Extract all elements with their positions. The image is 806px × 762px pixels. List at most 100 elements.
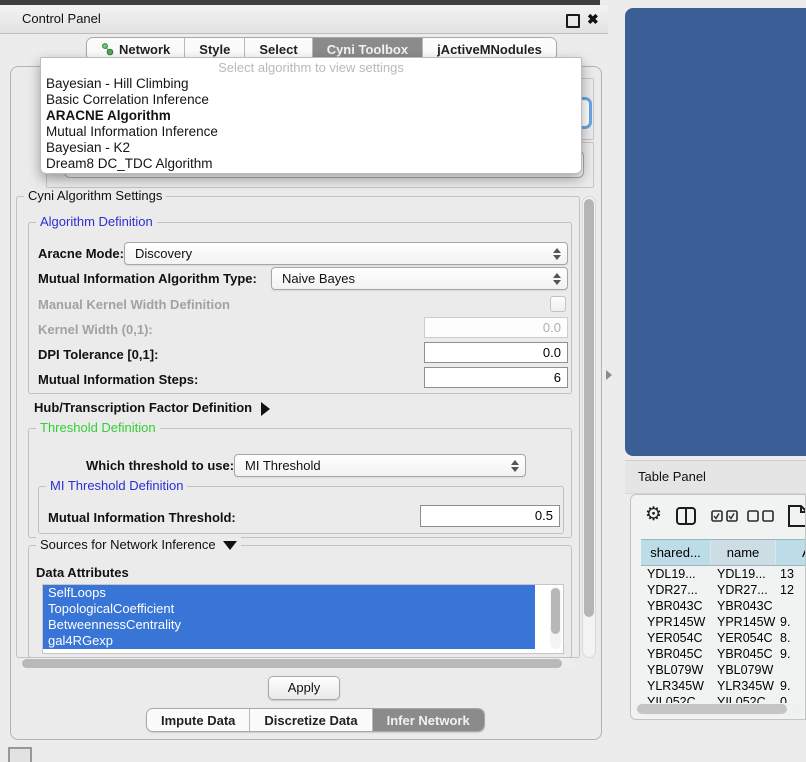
panel-grip-button[interactable] [8,747,32,762]
table-cell: YBL079W [641,662,711,678]
column-header[interactable]: name [711,540,776,565]
tab-label: jActiveMNodules [437,42,542,57]
deselect-all-columns-icon[interactable] [747,510,775,523]
algorithm-option[interactable]: Bayesian - Hill Climbing [41,76,581,92]
algorithm-option[interactable]: Basic Correlation Inference [41,92,581,108]
hub-definition-toggle[interactable]: Hub/Transcription Factor Definition [34,400,270,416]
algorithm-option[interactable]: Mutual Information Inference [41,124,581,140]
table-cell: YLR345W [711,678,776,694]
table-cell: YPR145W [641,614,711,630]
table-cell: YPR145W [711,614,776,630]
attribute-item[interactable]: gal4RGexp [43,633,535,649]
mi-threshold-input[interactable]: 0.5 [420,505,560,527]
dpi-tolerance-input[interactable]: 0.0 [424,342,568,363]
select-all-columns-icon[interactable] [711,510,739,523]
screen: Control Panel ✖ NetworkStyleSelectCyni T… [0,0,806,762]
sources-group-title[interactable]: Sources for Network Inference [36,537,241,552]
table-cell: 9. [776,646,806,662]
mi-steps-label: Mutual Information Steps: [38,372,198,387]
close-panel-icon[interactable]: ✖ [587,10,599,28]
export-table-icon[interactable] [787,504,806,528]
dpi-tolerance-label: DPI Tolerance [0,1]: [38,347,158,362]
algorithm-definition-title: Algorithm Definition [36,214,157,229]
aracne-mode-select[interactable]: Discovery [124,242,568,265]
attribute-item[interactable]: SelfLoops [43,585,535,601]
tab-label: Cyni Toolbox [327,42,408,57]
scrollbar-thumb[interactable] [22,659,562,668]
list-scrollbar[interactable] [550,587,561,649]
threshold-definition-title: Threshold Definition [36,420,160,435]
bottom-tab-infer-network[interactable]: Infer Network [373,709,484,731]
data-attributes-list[interactable]: SelfLoopsTopologicalCoefficientBetweenne… [42,584,564,654]
scrollbar-thumb[interactable] [584,199,594,617]
table-row[interactable]: YBR043CYBR043C [641,598,806,614]
tab-label: Select [259,42,297,57]
which-threshold-select[interactable]: MI Threshold [234,454,526,477]
table-header-row: shared...nameA [641,539,806,566]
table-cell: YBL079W [711,662,776,678]
settings-vertical-scrollbar[interactable] [582,196,596,658]
table-horizontal-scrollbar[interactable] [634,703,804,715]
table-row[interactable]: YDL19...YDL19...13 [641,566,806,582]
table-row[interactable]: YBL079WYBL079W [641,662,806,678]
table-cell: YBR045C [711,646,776,662]
mi-threshold-label: Mutual Information Threshold: [48,510,236,525]
mi-steps-input[interactable]: 6 [424,367,568,388]
scrollbar-thumb[interactable] [637,704,787,714]
bottom-tab-impute-data[interactable]: Impute Data [147,709,250,731]
table-row[interactable]: YDR27...YDR27...12 [641,582,806,598]
tab-label: Style [199,42,230,57]
table-cell: 9. [776,678,806,694]
table-row[interactable]: YER054CYER054C8. [641,630,806,646]
attribute-item[interactable]: TopologicalCoefficient [43,601,535,617]
table-row[interactable]: YPR145WYPR145W9. [641,614,806,630]
table-cell: 13 [776,566,806,582]
algorithm-option[interactable]: Dream8 DC_TDC Algorithm [41,156,581,172]
float-panel-icon[interactable] [566,14,580,28]
settings-group-title: Cyni Algorithm Settings [24,188,166,203]
bottom-tab-discretize-data[interactable]: Discretize Data [250,709,372,731]
mi-algorithm-type-select[interactable]: Naive Bayes [271,267,568,290]
column-header[interactable]: A [776,540,806,565]
table-row[interactable]: YLR345WYLR345W9. [641,678,806,694]
aracne-mode-value: Discovery [135,243,192,264]
gear-icon[interactable]: ⚙ [645,503,662,527]
which-threshold-value: MI Threshold [245,455,321,476]
table-panel: ⚙ shared...nameAYDL19...YDL19...13YDR27.… [630,494,806,720]
algorithm-dropdown-popup: Select algorithm to view settings Bayesi… [40,57,582,174]
table-cell [776,598,806,614]
splitter-handle[interactable] [606,370,612,380]
table-toolbar: ⚙ [631,501,805,531]
mi-threshold-definition-title: MI Threshold Definition [46,478,187,493]
table-panel-title: Table Panel [638,461,706,493]
table-cell: YDL19... [641,566,711,582]
algorithm-option[interactable]: ARACNE Algorithm [41,108,581,124]
table-cell: YBR043C [641,598,711,614]
which-threshold-label: Which threshold to use: [86,458,234,473]
table-cell: 12 [776,582,806,598]
table-cell: YER054C [711,630,776,646]
settings-horizontal-scrollbar[interactable] [20,658,576,669]
stepper-arrows-icon [511,455,519,476]
manual-kernel-checkbox[interactable] [550,296,566,312]
stepper-arrows-icon [553,268,561,289]
panel-title: Control Panel [22,5,101,33]
cyni-bottom-tabs: Impute Data Discretize Data Infer Network [146,708,485,732]
scrollbar-thumb[interactable] [551,588,560,634]
table-panel-titlebar: Table Panel [625,460,806,494]
network-view-frame: GALGAL80GAL10GAL1GAL11GAL4SWI4GCY1HAP4YH… [625,8,806,456]
split-columns-icon[interactable] [675,506,697,526]
column-header[interactable]: shared... [641,540,711,565]
sources-title-text: Sources for Network Inference [40,537,216,552]
apply-button[interactable]: Apply [268,676,340,700]
attribute-item[interactable]: BetweennessCentrality [43,617,535,633]
kernel-width-input[interactable]: 0.0 [424,317,568,338]
table-cell: YBR043C [711,598,776,614]
stepper-arrows-icon [553,243,561,264]
table-cell: YDR27... [641,582,711,598]
algorithm-option[interactable]: Bayesian - K2 [41,140,581,156]
table-row[interactable]: YBR045CYBR045C9. [641,646,806,662]
tab-label: Discretize Data [264,713,357,728]
dropdown-placeholder: Select algorithm to view settings [41,58,581,76]
network-icon [101,43,114,56]
